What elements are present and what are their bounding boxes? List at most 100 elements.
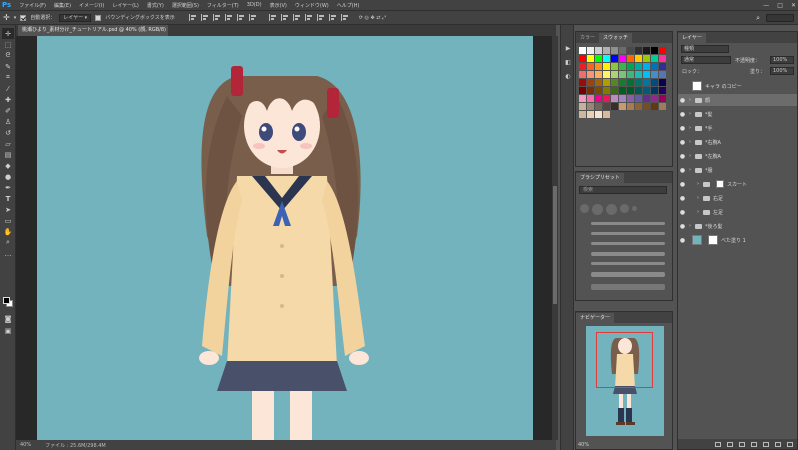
layer-expand-chevron-icon[interactable]: ›	[689, 167, 694, 173]
eyedropper-tool-icon[interactable]: ⁄	[2, 83, 14, 94]
swatch-color[interactable]	[579, 95, 586, 102]
swatch-color[interactable]	[619, 95, 626, 102]
distribute-left-icon[interactable]	[304, 14, 313, 21]
swatch-color[interactable]	[619, 79, 626, 86]
swatch-color[interactable]	[611, 71, 618, 78]
swatch-color[interactable]	[611, 95, 618, 102]
brush-stroke-5[interactable]	[591, 262, 665, 265]
layer-row[interactable]: キャラ のコピー	[678, 80, 797, 92]
swatch-color[interactable]	[611, 55, 618, 62]
document-canvas[interactable]	[37, 36, 533, 440]
layer-visibility-eye-icon[interactable]: ●	[678, 195, 687, 202]
move-tool-icon[interactable]: ✛	[3, 13, 10, 22]
layer-expand-chevron-icon[interactable]: ›	[689, 125, 694, 131]
swatch-color[interactable]	[579, 63, 586, 70]
distribute-top-icon[interactable]	[268, 14, 277, 21]
menu-image[interactable]: イメージ(I)	[75, 2, 108, 9]
layer-row[interactable]: ● › 左足	[678, 206, 797, 218]
layer-style-icon[interactable]	[727, 441, 733, 447]
swatch-color[interactable]	[651, 55, 658, 62]
blend-mode-select[interactable]: 通常	[681, 56, 731, 64]
auto-select-dropdown[interactable]: レイヤー ▾	[59, 13, 92, 22]
layer-row[interactable]: ● › *後ろ髪	[678, 220, 797, 232]
tab-layers[interactable]: レイヤー	[678, 33, 706, 43]
swatch-color[interactable]	[595, 103, 602, 110]
swatch-color[interactable]	[651, 95, 658, 102]
swatch-color[interactable]	[595, 111, 602, 118]
swatch-color[interactable]	[643, 71, 650, 78]
move-tool-icon[interactable]: ✛	[2, 28, 14, 39]
swatch-color[interactable]	[603, 47, 610, 54]
screen-mode-icon[interactable]: ▣	[2, 325, 14, 336]
swatch-color[interactable]	[651, 87, 658, 94]
minimize-icon[interactable]: —	[763, 2, 769, 9]
adjustment-layer-icon[interactable]	[751, 441, 757, 447]
layer-visibility-eye-icon[interactable]: ●	[678, 237, 687, 244]
brush-stroke-7[interactable]	[591, 284, 665, 290]
swatch-color[interactable]	[627, 87, 634, 94]
swatch-color[interactable]	[611, 79, 618, 86]
menu-edit[interactable]: 編集(E)	[50, 2, 75, 9]
swatch-color[interactable]	[587, 95, 594, 102]
distribute-right-icon[interactable]	[328, 14, 337, 21]
swatch-color[interactable]	[619, 63, 626, 70]
swatch-color[interactable]	[619, 87, 626, 94]
layer-expand-chevron-icon[interactable]: ›	[689, 111, 694, 117]
swatch-color[interactable]	[587, 55, 594, 62]
swatch-color[interactable]	[627, 47, 634, 54]
swatch-color[interactable]	[579, 55, 586, 62]
swatch-color[interactable]	[659, 71, 666, 78]
zoom-tool-icon[interactable]: ⌕	[2, 237, 14, 248]
swatch-color[interactable]	[611, 87, 618, 94]
shape-tool-icon[interactable]: ▭	[2, 215, 14, 226]
swatch-color[interactable]	[627, 95, 634, 102]
layer-row[interactable]: ● › スカート	[678, 178, 797, 190]
swatch-color[interactable]	[595, 71, 602, 78]
menu-filter[interactable]: フィルター(T)	[203, 2, 243, 9]
swatch-color[interactable]	[587, 111, 594, 118]
swatch-color[interactable]	[635, 63, 642, 70]
layer-expand-chevron-icon[interactable]: ›	[697, 209, 702, 215]
swatch-color[interactable]	[635, 103, 642, 110]
brush-stroke-1[interactable]	[591, 222, 665, 225]
tab-brush-presets[interactable]: ブラシプリセット	[576, 173, 624, 183]
layer-expand-chevron-icon[interactable]: ›	[697, 181, 702, 187]
add-mask-icon[interactable]	[739, 441, 745, 447]
swatch-color[interactable]	[627, 55, 634, 62]
marquee-tool-icon[interactable]: ⬚	[2, 39, 14, 50]
swatch-color[interactable]	[659, 47, 666, 54]
menu-window[interactable]: ウィンドウ(W)	[291, 2, 333, 9]
swatch-color[interactable]	[595, 63, 602, 70]
swatch-color[interactable]	[643, 63, 650, 70]
scrollbar-thumb[interactable]	[553, 186, 557, 304]
swatch-color[interactable]	[635, 95, 642, 102]
swatch-color[interactable]	[635, 79, 642, 86]
align-middle-icon[interactable]	[236, 14, 245, 21]
bounding-box-checkbox[interactable]	[95, 14, 102, 21]
swatch-color[interactable]	[579, 103, 586, 110]
new-group-icon[interactable]	[763, 441, 769, 447]
swatch-color[interactable]	[627, 71, 634, 78]
search-icon[interactable]: ⌕	[756, 14, 760, 23]
layer-visibility-eye-icon[interactable]: ●	[678, 97, 687, 104]
brush-stroke-6[interactable]	[591, 272, 665, 277]
document-tab[interactable]: 桃瀬ひより_素材分け_チュートリアル.psd @ 40% (顔, RGB/8) …	[18, 25, 168, 36]
brush-stroke-4[interactable]	[591, 252, 665, 256]
swatch-color[interactable]	[595, 47, 602, 54]
maximize-icon[interactable]: □	[777, 2, 783, 9]
layer-expand-chevron-icon[interactable]: ›	[689, 153, 694, 159]
lasso-tool-icon[interactable]: ᘓ	[2, 50, 14, 61]
link-layers-icon[interactable]	[715, 441, 721, 447]
layer-row[interactable]: ● べた塗り 1	[678, 234, 797, 246]
swatch-color[interactable]	[603, 79, 610, 86]
crop-tool-icon[interactable]: ⌗	[2, 72, 14, 83]
swatch-color[interactable]	[587, 87, 594, 94]
swatch-color[interactable]	[579, 87, 586, 94]
swatch-color[interactable]	[579, 111, 586, 118]
swatch-color[interactable]	[619, 71, 626, 78]
menu-help[interactable]: ヘルプ(H)	[333, 2, 364, 9]
swatch-color[interactable]	[595, 55, 602, 62]
layer-row[interactable]: ● › 右足	[678, 192, 797, 204]
layer-visibility-eye-icon[interactable]: ●	[678, 153, 687, 160]
layer-row[interactable]: ● › *服	[678, 164, 797, 176]
